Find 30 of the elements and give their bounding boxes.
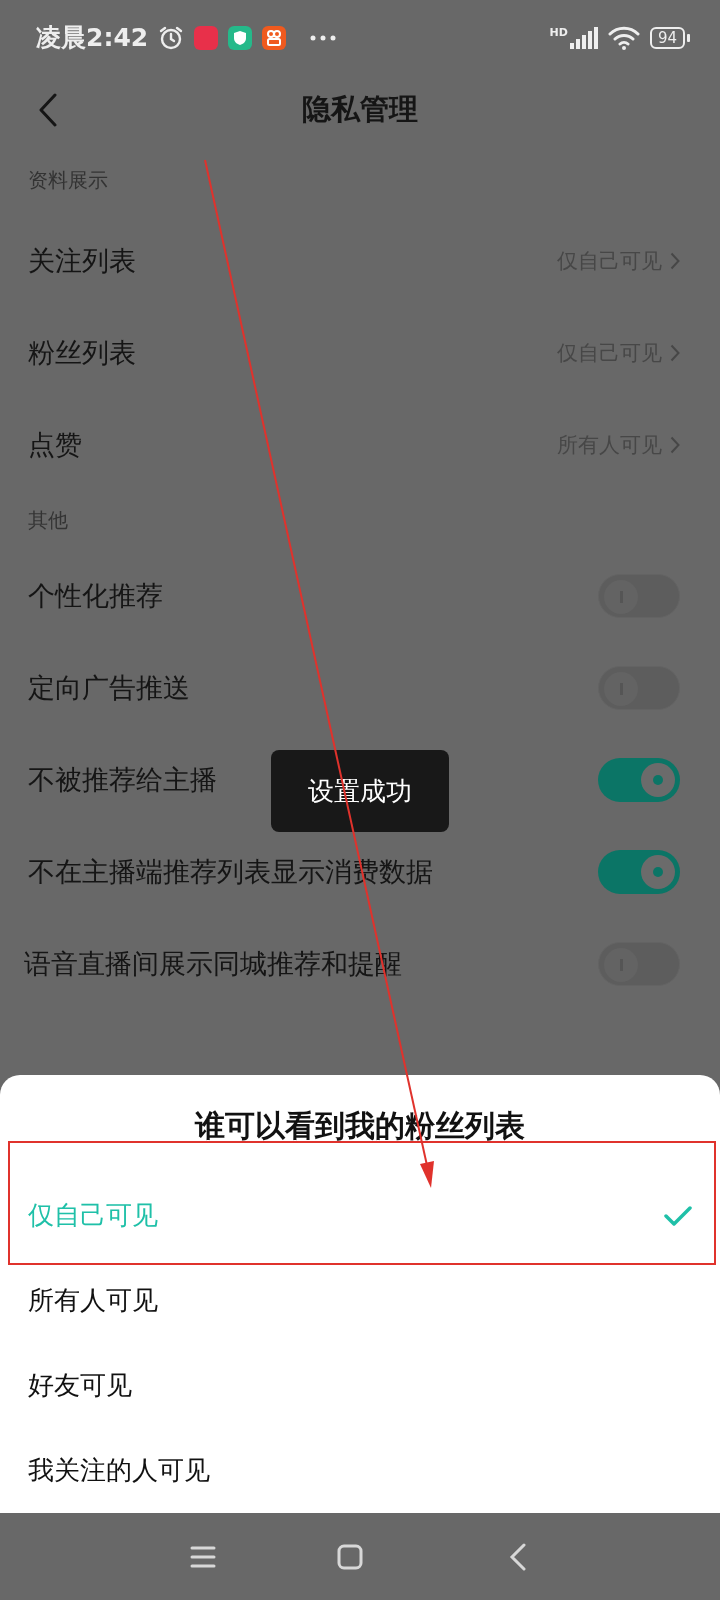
setting-label: 粉丝列表 [28, 337, 136, 368]
option-item[interactable]: 我关注的人可见 [0, 1428, 720, 1513]
shield-icon [228, 25, 253, 50]
option-item[interactable]: 仅自己可见 [0, 1173, 720, 1258]
back-nav-icon[interactable] [509, 1542, 527, 1571]
toggle-switch[interactable] [598, 758, 680, 802]
wifi-icon [607, 25, 640, 50]
camera-app-icon [262, 25, 287, 50]
status-time: 凌晨2:42 [36, 22, 149, 54]
setting-label: 不被推荐给主播 [28, 764, 217, 795]
chevron-icon [670, 436, 680, 454]
setting-label: 关注列表 [28, 245, 136, 276]
alarm-icon [158, 24, 185, 51]
signal-icon [569, 26, 598, 49]
setting-label: 点赞 [28, 429, 82, 460]
chevron-icon [670, 344, 680, 362]
setting-label: 个性化推荐 [28, 580, 163, 611]
toggle-switch[interactable] [598, 850, 680, 894]
network-label: HD [549, 26, 568, 39]
option-item[interactable]: 所有人可见 [0, 1258, 720, 1343]
back-icon[interactable] [38, 93, 58, 127]
app-icon [194, 25, 219, 50]
more-icon [310, 34, 337, 41]
page-title: 隐私管理 [302, 91, 418, 128]
home-icon[interactable] [337, 1543, 363, 1570]
setting-label: 定向广告推送 [28, 672, 190, 703]
check-icon [664, 1205, 692, 1226]
option-item[interactable]: 好友可见 [0, 1343, 720, 1428]
chevron-icon [670, 252, 680, 270]
menu-icon[interactable] [190, 1544, 216, 1569]
